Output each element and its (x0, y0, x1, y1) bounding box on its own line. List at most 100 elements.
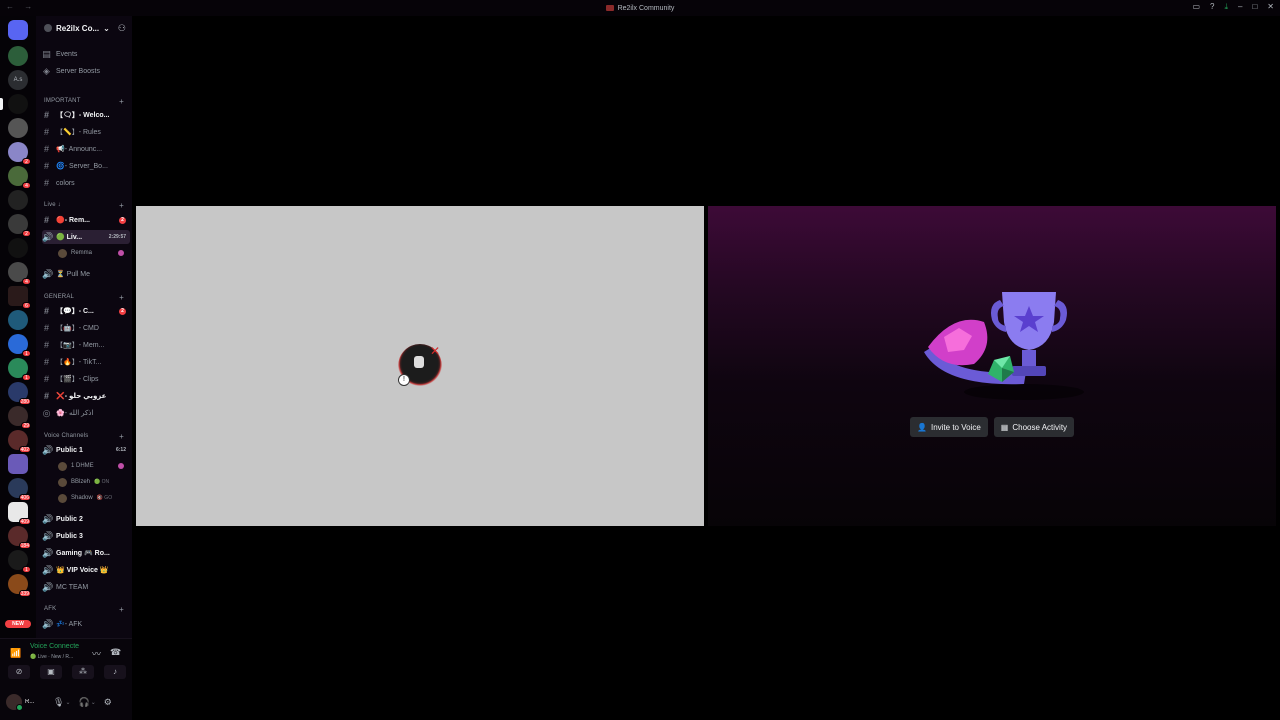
channel-label: 🔴- Rem... (56, 217, 90, 224)
invite-to-voice-button[interactable]: 👤 Invite to Voice (910, 417, 988, 437)
activity-icon[interactable]: ⁂ (72, 665, 94, 679)
server-icon[interactable]: 29 (8, 406, 31, 429)
settings-gear-icon[interactable]: ⚙ (104, 697, 112, 708)
channel-clips[interactable]: # 【🎬】- Clips (42, 372, 130, 386)
server-icon[interactable]: 402 (8, 430, 31, 453)
voice-channel-live[interactable]: 🔊 🟢 Liv... 2:29:57 (42, 230, 130, 244)
voice-channel-pull-me[interactable]: 🔊 ⏳ Pull Me (42, 267, 130, 281)
category-important[interactable]: IMPORTANT + (44, 96, 130, 106)
maximize-icon[interactable]: □ (1252, 2, 1257, 12)
rail-badge: 409 (18, 518, 31, 525)
discord-home-icon[interactable] (8, 20, 28, 40)
channel-cmd[interactable]: # 【🤖】- CMD (42, 321, 130, 335)
server-icon[interactable] (8, 310, 28, 330)
server-icon[interactable] (8, 238, 28, 258)
choose-activity-button[interactable]: ▦ Choose Activity (993, 417, 1075, 437)
channel-label: Gaming 🎮 Ro... (56, 550, 110, 557)
add-channel-icon[interactable]: + (119, 201, 124, 210)
screen-share-icon[interactable]: ▣ (40, 665, 62, 679)
voice-channel-public-2[interactable]: 🔊 Public 2 (42, 512, 130, 526)
disconnect-icon[interactable]: ☎ (110, 647, 121, 658)
channel-chat[interactable]: # 【💬】- C... 2 (42, 304, 130, 318)
server-icon[interactable] (8, 190, 28, 210)
noise-suppression-icon[interactable]: 〰 (92, 647, 101, 660)
hashtag-icon: # (43, 357, 49, 367)
voice-channel-public-3[interactable]: 🔊 Public 3 (42, 529, 130, 543)
minimize-icon[interactable]: – (1238, 2, 1242, 12)
voice-channel-afk[interactable]: 🔊 💤- AFK (42, 617, 130, 631)
voice-channel-public-1[interactable]: 🔊 Public 1 6:12 (42, 443, 130, 457)
server-icon[interactable]: 339 (8, 574, 31, 597)
voice-channel-vip[interactable]: 🔊 👑 VIP Voice 👑 (42, 563, 130, 577)
signal-icon[interactable]: 📶 (10, 648, 21, 659)
nav-item-events[interactable]: ▤ Events (42, 47, 130, 61)
voice-status-text[interactable]: Voice Connecte (30, 643, 79, 650)
voice-member[interactable]: 1 DHME (58, 459, 128, 473)
server-icon[interactable]: 1 (8, 550, 31, 573)
channel-welcome[interactable]: # 【🗨】- Welco... (42, 108, 130, 122)
back-forward-nav[interactable]: ← → (6, 2, 36, 11)
selected-pill (0, 98, 3, 110)
category-general[interactable]: GENERAL + (44, 292, 130, 302)
server-icon[interactable] (8, 454, 28, 474)
server-icon[interactable]: 409 (8, 502, 31, 525)
invite-people-icon[interactable]: ⚇ (118, 23, 126, 34)
voice-channel-name[interactable]: 🟢 Live · New / R... (30, 654, 73, 660)
hashtag-icon: # (43, 144, 49, 154)
voice-member[interactable]: Shadow 🔇 GO (58, 491, 128, 505)
server-icon[interactable]: 184 (8, 526, 31, 549)
headphones-icon[interactable]: 🎧 (78, 697, 89, 708)
server-icon[interactable]: 4 (8, 262, 31, 285)
calendar-icon: ▤ (42, 48, 51, 59)
voice-member[interactable]: Remma (58, 246, 128, 260)
participant-tile[interactable]: ✕ ! (136, 206, 704, 526)
voice-channel-mc-team[interactable]: 🔊 MC TEAM (42, 580, 130, 594)
server-icon[interactable]: 6 (8, 286, 31, 309)
server-icon[interactable]: 2 (8, 214, 31, 237)
voice-channel-gaming[interactable]: 🔊 Gaming 🎮 Ro... (42, 546, 130, 560)
server-header[interactable]: Re2ilx Co... ⌄ ⚇ (36, 16, 132, 40)
server-icon[interactable]: 4 (8, 166, 31, 189)
server-icon[interactable]: 1 (8, 334, 31, 357)
channel-rem[interactable]: # 🔴- Rem... 2 (42, 213, 130, 227)
server-icon[interactable]: 280 (8, 382, 31, 405)
channel-arabic-1[interactable]: # ❌- عزوبي حلو (42, 389, 130, 403)
inbox-icon[interactable]: ▭ (1192, 2, 1200, 12)
soundboard-icon[interactable]: ♪ (104, 665, 126, 679)
microphone-icon[interactable]: 🎙 (53, 697, 64, 708)
category-live[interactable]: Live ↓ + (44, 200, 130, 210)
chevron-down-icon[interactable]: ⌄ (65, 699, 70, 706)
category-afk[interactable]: AFK + (44, 604, 130, 614)
server-icon[interactable] (8, 118, 28, 138)
server-icon[interactable]: A.s (8, 70, 28, 90)
channel-label: 【🔥】- TikT... (56, 359, 102, 366)
voice-member[interactable]: BBlzeh 🟢 ON (58, 475, 128, 489)
avatar[interactable] (6, 694, 23, 711)
add-channel-icon[interactable]: + (119, 432, 124, 441)
category-voice-channels[interactable]: Voice Channels + (44, 431, 130, 441)
nav-item-server-boosts[interactable]: ◈ Server Boosts (42, 64, 130, 78)
camera-off-icon[interactable]: ⊘ (8, 665, 30, 679)
channel-rules[interactable]: # 【📏】- Rules (42, 125, 130, 139)
server-icon[interactable]: 406 (8, 478, 31, 501)
channel-colors[interactable]: # colors (42, 176, 130, 190)
server-icon[interactable] (8, 94, 28, 114)
avatar-face (414, 356, 424, 368)
avatar (58, 461, 67, 471)
channel-server-boost[interactable]: # 🌀- Server_Bo... (42, 159, 130, 173)
chevron-down-icon[interactable]: ⌄ (91, 699, 96, 706)
server-icon[interactable]: 2 (8, 142, 31, 165)
download-icon[interactable]: ⤓ (1224, 2, 1228, 12)
server-icon[interactable]: 1 (8, 358, 31, 381)
channel-tiktok[interactable]: # 【🔥】- TikT... (42, 355, 130, 369)
channel-arabic-2[interactable]: ◎ 🌸- اذكر الله (42, 406, 130, 420)
close-icon[interactable]: ✕ (1267, 2, 1274, 12)
add-channel-icon[interactable]: + (119, 97, 124, 106)
help-icon[interactable]: ? (1210, 2, 1214, 12)
add-channel-icon[interactable]: + (119, 605, 124, 614)
server-icon[interactable] (8, 46, 28, 66)
channel-memes[interactable]: # 【📷】- Mem... (42, 338, 130, 352)
username[interactable]: R... (25, 699, 45, 705)
add-channel-icon[interactable]: + (119, 293, 124, 302)
channel-announcements[interactable]: # 📢- Announc... (42, 142, 130, 156)
